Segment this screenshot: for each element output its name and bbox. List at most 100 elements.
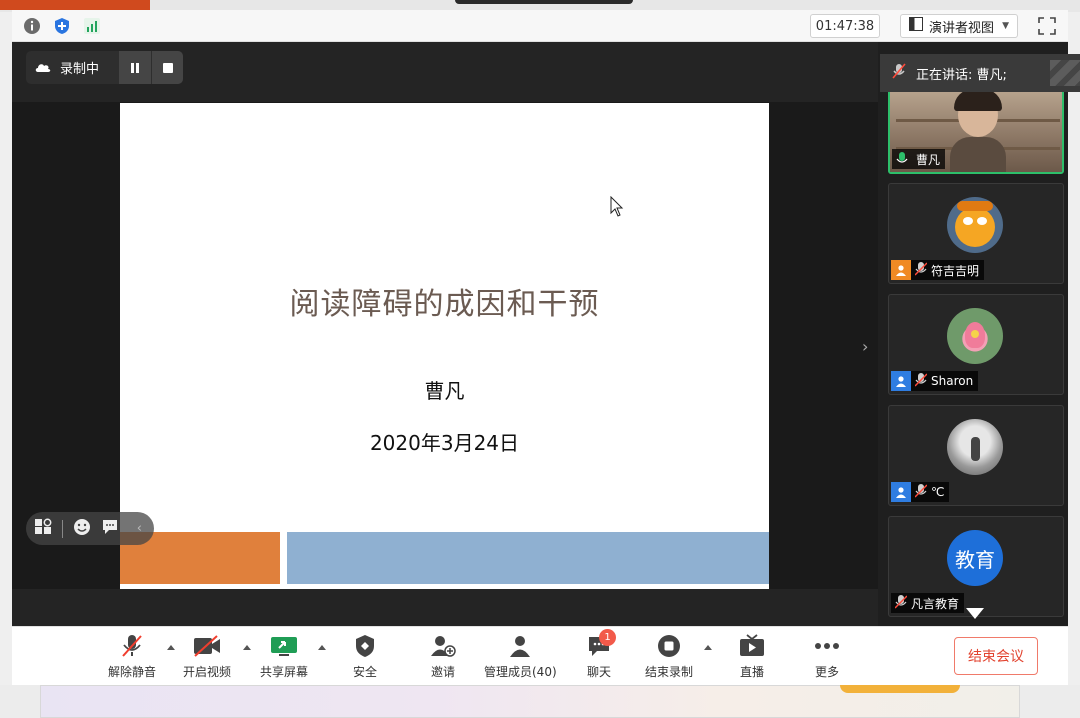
chat-icon: 1 xyxy=(587,629,616,659)
participant-avatar xyxy=(947,308,1003,364)
share-screen-label: 共享屏幕 xyxy=(260,665,309,679)
more-button[interactable]: 更多 xyxy=(814,633,840,680)
chevron-left-icon[interactable]: ‹ xyxy=(137,521,142,536)
end-meeting-button[interactable]: 结束会议 xyxy=(954,637,1038,675)
security-label: 安全 xyxy=(353,665,378,679)
participant-nameplate: ℃ xyxy=(891,482,950,502)
annotation-floating-bar: ‹ xyxy=(26,512,154,545)
audio-options-caret-icon[interactable] xyxy=(167,645,175,650)
comment-icon[interactable] xyxy=(101,518,119,540)
pause-icon xyxy=(131,62,139,73)
pause-recording-button[interactable] xyxy=(119,51,151,84)
security-button[interactable]: 安全 xyxy=(353,633,377,680)
chevron-right-icon[interactable]: › xyxy=(862,337,868,356)
desktop-left-strip xyxy=(0,12,12,718)
slide-author: 曹凡 xyxy=(424,379,465,403)
speaker-view-icon xyxy=(909,17,923,35)
participant-tile[interactable]: ℃ xyxy=(888,405,1064,506)
end-recording-button[interactable]: 结束录制 xyxy=(645,633,693,680)
live-icon xyxy=(739,633,765,659)
cloud-icon xyxy=(34,58,52,77)
participant-nameplate: 曹凡 xyxy=(892,149,946,169)
participant-name: 符吉吉明 xyxy=(931,263,980,278)
unmute-label: 解除静音 xyxy=(108,665,157,679)
video-options-caret-icon[interactable] xyxy=(243,645,251,650)
mic-muted-icon xyxy=(894,594,908,612)
security-shield-icon xyxy=(354,633,376,659)
desktop-right-strip xyxy=(1068,12,1080,718)
start-video-button[interactable]: 开启视频 xyxy=(183,633,231,680)
share-screen-button[interactable]: 共享屏幕 xyxy=(260,633,308,680)
mic-muted-icon xyxy=(914,372,928,390)
view-switch-dropdown[interactable]: 演讲者视图 ▼ xyxy=(900,14,1018,38)
user-icon xyxy=(891,260,911,280)
participant-nameplate: 符吉吉明 xyxy=(891,260,985,280)
share-options-caret-icon[interactable] xyxy=(318,645,326,650)
meeting-timer: 01:47:38 xyxy=(810,14,880,38)
manage-members-label: 管理成员(40) xyxy=(484,665,557,679)
signal-icon[interactable] xyxy=(82,16,102,36)
presentation-slide: 阅读障碍的成因和干预 曹凡 2020年3月24日 xyxy=(120,103,769,589)
participant-nameplate: 凡言教育 xyxy=(891,593,965,613)
more-label: 更多 xyxy=(814,665,839,679)
recording-label: 录制中 xyxy=(60,62,100,77)
fullscreen-icon[interactable] xyxy=(1038,17,1056,35)
meeting-top-bar: 01:47:38 演讲者视图 ▼ xyxy=(12,10,1068,42)
meeting-top-handle xyxy=(455,0,633,4)
participant-tile[interactable]: 曹凡 xyxy=(888,87,1064,174)
mic-muted-icon xyxy=(121,633,143,659)
participant-name: 凡言教育 xyxy=(911,596,960,611)
stop-icon xyxy=(162,62,173,73)
background-decoration xyxy=(840,685,960,693)
share-screen-icon xyxy=(270,633,298,659)
mouse-cursor-icon xyxy=(610,195,624,222)
participant-name: Sharon xyxy=(931,374,974,388)
chat-unread-badge: 1 xyxy=(599,629,616,646)
participant-name: ℃ xyxy=(931,485,945,499)
stop-record-icon xyxy=(657,633,681,659)
live-stream-button[interactable]: 直播 xyxy=(739,633,765,680)
desktop-bottom-strip xyxy=(0,685,1080,718)
start-video-label: 开启视频 xyxy=(183,665,232,679)
speaking-label: 正在讲话: 曹凡; xyxy=(916,67,1007,83)
participant-avatar xyxy=(947,419,1003,475)
scroll-down-icon[interactable] xyxy=(966,608,984,619)
participant-avatar: 教育 xyxy=(947,530,1003,586)
participants-panel: 正在讲话: 曹凡; 曹凡 符吉吉明 Sharon ℃ 教育 凡言教育 xyxy=(878,42,1080,626)
shared-screen-stage: 阅读障碍的成因和干预 曹凡 2020年3月24日 录制中 ‹ › xyxy=(12,42,878,626)
slide-title: 阅读障碍的成因和干预 xyxy=(289,287,600,322)
participant-avatar xyxy=(947,197,1003,253)
view-switch-label: 演讲者视图 xyxy=(929,20,995,36)
info-icon[interactable] xyxy=(22,16,42,36)
video-off-icon xyxy=(193,633,221,659)
apps-icon[interactable] xyxy=(34,518,52,540)
desktop-app-tab xyxy=(0,0,150,10)
stage-bottom-band xyxy=(12,589,878,626)
mic-muted-icon xyxy=(914,483,928,501)
invite-button[interactable]: 邀请 xyxy=(430,633,456,680)
manage-members-button[interactable]: 管理成员(40) xyxy=(484,633,557,680)
participant-name: 曹凡 xyxy=(916,152,941,167)
reaction-icon[interactable] xyxy=(73,518,91,540)
speaker-bar-decoration xyxy=(1050,60,1080,86)
recording-indicator: 录制中 xyxy=(26,51,183,84)
participant-tile[interactable]: Sharon xyxy=(888,294,1064,395)
participant-tile[interactable]: 符吉吉明 xyxy=(888,183,1064,284)
mic-muted-icon xyxy=(914,261,928,279)
divider xyxy=(62,519,63,538)
chat-button[interactable]: 1 聊天 xyxy=(587,629,616,680)
shield-icon[interactable] xyxy=(52,16,72,36)
slide-date: 2020年3月24日 xyxy=(369,431,520,455)
record-options-caret-icon[interactable] xyxy=(704,645,712,650)
participant-tile[interactable]: 教育 凡言教育 xyxy=(888,516,1064,617)
add-user-icon xyxy=(430,633,456,659)
mic-on-icon xyxy=(892,149,912,169)
meeting-toolbar: 解除静音 开启视频 共享屏幕 安全 邀请 管理成员(40) 1 聊天 结束录制 … xyxy=(12,626,1068,685)
members-icon xyxy=(508,633,532,659)
active-speaker-bar: 正在讲话: 曹凡; xyxy=(880,54,1080,92)
participant-nameplate: Sharon xyxy=(891,371,979,391)
chevron-down-icon: ▼ xyxy=(1002,21,1009,31)
unmute-button[interactable]: 解除静音 xyxy=(108,633,156,680)
live-label: 直播 xyxy=(739,665,764,679)
stop-recording-button[interactable] xyxy=(151,51,183,84)
